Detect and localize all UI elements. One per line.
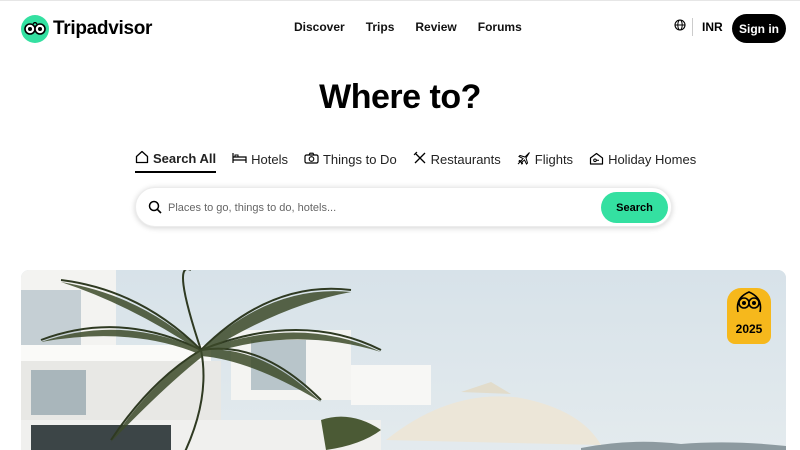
main-nav: Discover Trips Review Forums (294, 20, 543, 34)
camera-icon (304, 152, 323, 167)
tab-search-all[interactable]: Search All (135, 146, 217, 173)
nav-forums[interactable]: Forums (478, 20, 522, 34)
tab-things-to-do[interactable]: Things to Do (304, 146, 397, 173)
search-icon (148, 200, 162, 219)
home-icon (135, 150, 153, 167)
tab-hotels[interactable]: Hotels (232, 146, 288, 173)
award-year: 2025 (735, 322, 763, 336)
tab-holiday-homes[interactable]: Holiday Homes (589, 146, 696, 173)
page-title: Where to? (319, 78, 481, 116)
brand-name: Tripadvisor (53, 18, 153, 39)
tab-flights[interactable]: Flights (517, 146, 573, 173)
language-currency-selector[interactable]: INR (674, 18, 723, 36)
search-category-tabs: Search All Hotels Things to Do Restauran… (135, 146, 712, 174)
tab-label: Holiday Homes (608, 152, 697, 167)
utensils-icon (413, 151, 431, 168)
search-input[interactable] (168, 198, 588, 218)
search-button[interactable]: Search (601, 192, 668, 223)
tab-label: Things to Do (322, 152, 397, 167)
hero-scene (21, 270, 786, 450)
bed-icon (232, 152, 251, 167)
owl-award-icon (732, 288, 766, 321)
tripadvisor-logo[interactable]: Tripadvisor (21, 15, 152, 43)
tab-label: Hotels (251, 152, 288, 167)
nav-trips[interactable]: Trips (366, 20, 395, 34)
tab-label: Restaurants (430, 152, 501, 167)
tab-restaurants[interactable]: Restaurants (413, 146, 501, 173)
sign-in-button[interactable]: Sign in (732, 14, 786, 43)
top-header: Tripadvisor Discover Trips Review Forums… (0, 0, 800, 56)
hero-image: 2025 (21, 270, 786, 450)
house-key-icon (589, 152, 608, 168)
nav-review[interactable]: Review (415, 20, 456, 34)
tab-label: Flights (534, 152, 574, 167)
nav-discover[interactable]: Discover (294, 20, 345, 34)
divider (692, 18, 693, 36)
owl-logo-icon (21, 15, 49, 43)
plane-icon (517, 151, 535, 168)
travellers-choice-award-badge: 2025 (727, 288, 771, 344)
search-bar: Search (135, 187, 672, 227)
tab-label: Search All (153, 151, 217, 166)
globe-icon (674, 18, 686, 36)
currency-label: INR (702, 20, 723, 34)
